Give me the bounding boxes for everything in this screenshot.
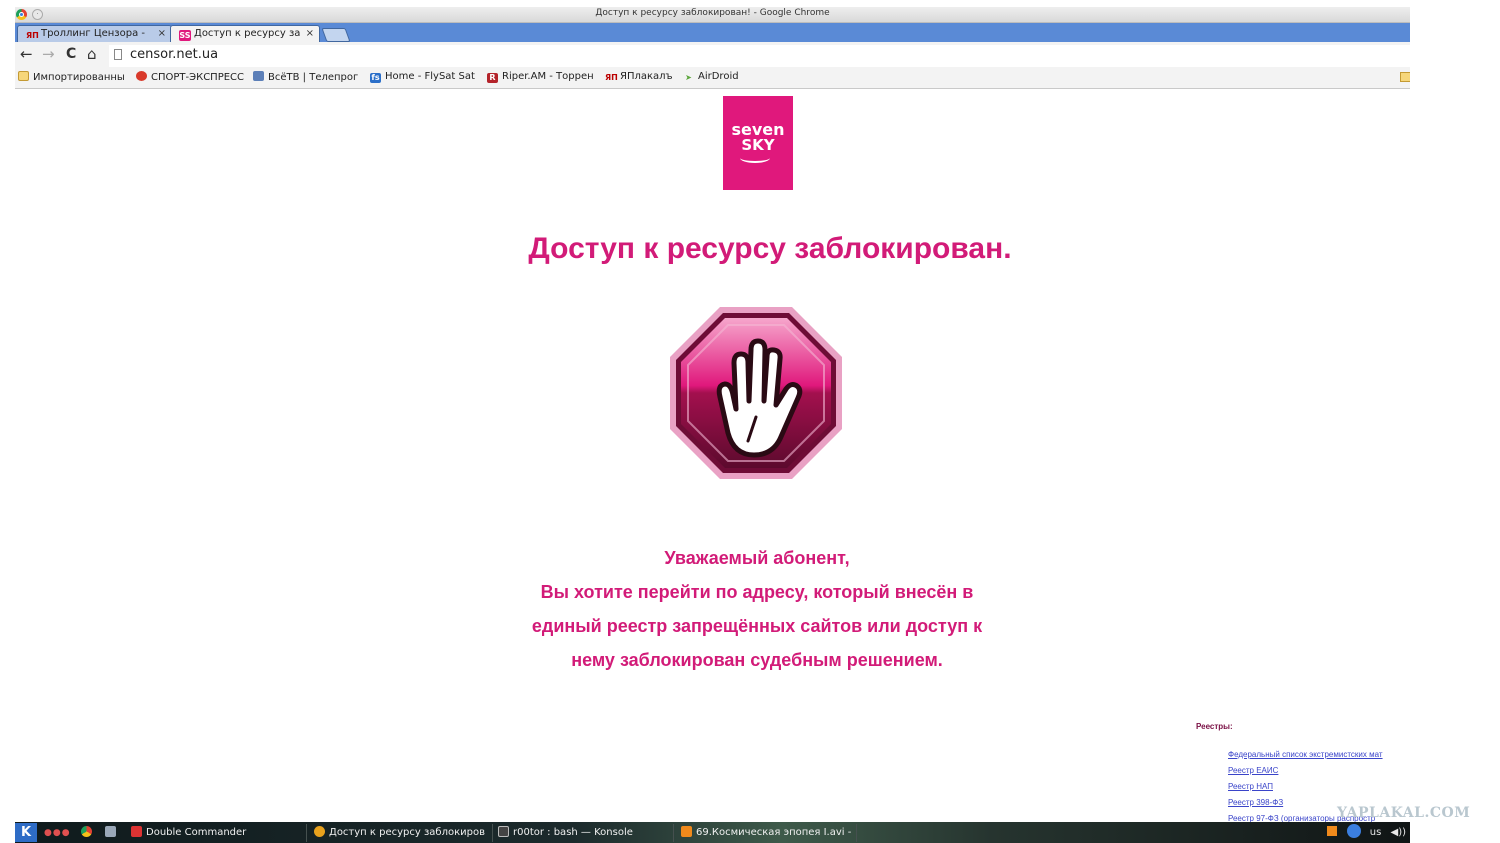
tab-trolling[interactable]: ЯП Троллинг Цензора - × (17, 25, 172, 42)
back-arrow-icon[interactable]: ← (20, 47, 33, 62)
registry-title: Реестры: (1196, 722, 1233, 731)
window-titlebar: · Доступ к ресурсу заблокирован! - Googl… (15, 7, 1410, 23)
double-commander-icon (131, 826, 142, 837)
bookmark-riper[interactable]: R Riper.AM - Торрен (487, 71, 598, 83)
sevensky-logo: seven SKY (723, 96, 793, 190)
volume-icon[interactable]: ◀)) (1391, 827, 1407, 838)
logo-line2: SKY (741, 136, 775, 154)
registry-link[interactable]: Реестр ЕАИС (1228, 764, 1410, 780)
task-vlc[interactable]: 69.Космическая эпопея I.avi - (677, 824, 857, 842)
kde-menu-icon[interactable]: K (15, 823, 37, 842)
navigation-toolbar: ← → C ⌂ censor.net.ua (15, 42, 1410, 68)
airdroid-icon: ➤ (685, 73, 692, 82)
block-message: Уважаемый абонент, Вы хотите перейти по … (15, 541, 1410, 677)
task-chrome[interactable]: Доступ к ресурсу заблокиров (310, 824, 493, 842)
close-tab-icon[interactable]: × (306, 26, 314, 42)
message-line: нему заблокирован судебным решением. (571, 650, 943, 670)
address-bar[interactable]: censor.net.ua (109, 45, 1410, 67)
tab-blocked[interactable]: SS Доступ к ресурсу за × (170, 25, 320, 42)
tv-icon (253, 71, 264, 81)
blocked-headline: Доступ к ресурсу заблокирован. (528, 232, 1012, 265)
vlc-icon (681, 826, 692, 837)
message-line: Вы хотите перейти по адресу, который вне… (540, 582, 974, 602)
riper-icon: R (487, 73, 498, 83)
bookmark-airdroid[interactable]: ➤ AirDroid (683, 71, 763, 83)
message-line: единый реестр запрещённых сайтов или дос… (531, 616, 983, 636)
chrome-launcher-icon[interactable] (81, 826, 92, 837)
yaplakal-icon: ЯП (605, 73, 618, 82)
window-title: Доступ к ресурсу заблокирован! - Google … (595, 8, 830, 18)
chrome-task-icon (314, 826, 325, 837)
system-tray: us ◀)) (1321, 824, 1406, 842)
bookmark-imported[interactable]: Импортированны (18, 71, 142, 83)
bookmark-sport[interactable]: СПОРТ-ЭКСПРЕСС (136, 71, 248, 83)
bookmarks-bar: Импортированны СПОРТ-ЭКСПРЕСС ВсёТВ | Те… (15, 68, 1410, 89)
taskbar: K ●●● Double Commander Доступ к ресурсу … (15, 822, 1410, 843)
task-double-commander[interactable]: Double Commander (127, 824, 307, 842)
page-icon (114, 49, 122, 60)
message-line: Уважаемый абонент, (664, 548, 850, 568)
folder-icon (18, 71, 29, 81)
tab-label: Доступ к ресурсу за (194, 28, 301, 39)
sevensky-favicon-icon: SS (179, 30, 191, 41)
activity-dots-icon[interactable]: ●●● (44, 828, 71, 838)
sport-icon (136, 71, 147, 81)
vlc-tray-icon[interactable] (1327, 826, 1338, 836)
flysat-icon: fs (370, 73, 381, 83)
home-icon[interactable]: ⌂ (87, 47, 97, 62)
forward-arrow-icon[interactable]: → (42, 47, 55, 62)
keyboard-layout[interactable]: us (1370, 827, 1382, 838)
tab-label: Троллинг Цензора - (41, 28, 145, 39)
screen: · Доступ к ресурсу заблокирован! - Googl… (15, 0, 1410, 843)
registry-link[interactable]: Реестр НАП (1228, 780, 1410, 796)
bookmark-flysat[interactable]: fs Home - FlySat Sat (370, 71, 479, 83)
close-tab-icon[interactable]: × (158, 26, 166, 42)
stop-hand-icon (670, 307, 842, 479)
file-manager-launcher-icon[interactable] (105, 826, 116, 837)
logo-swoosh (740, 153, 770, 163)
konsole-icon (498, 826, 509, 837)
yaplakal-favicon-icon: ЯП (26, 31, 39, 40)
bookmark-vsetv[interactable]: ВсёТВ | Телепрог (253, 71, 362, 83)
registry-link[interactable]: Федеральный список экстремистских мат (1228, 748, 1410, 764)
watermark-text: YAPLAKAL.COM (1337, 805, 1471, 821)
task-konsole[interactable]: r00tor : bash — Konsole (494, 824, 674, 842)
other-bookmarks-folder-icon[interactable] (1400, 72, 1410, 82)
tab-strip: ЯП Троллинг Цензора - × SS Доступ к ресурс… (15, 23, 1410, 42)
reload-icon[interactable]: C (66, 47, 76, 62)
bookmark-yaplakal[interactable]: ЯП ЯПлакалъ (605, 71, 685, 83)
network-icon[interactable] (1346, 824, 1361, 838)
new-tab-button[interactable] (321, 28, 351, 42)
url-text[interactable]: censor.net.ua (130, 47, 218, 62)
